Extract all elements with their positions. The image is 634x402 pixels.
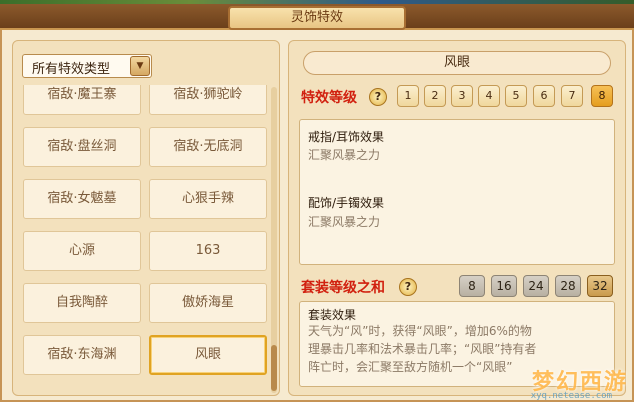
set-effect-title: 套装效果 [308,308,357,322]
bracelet-effect-text: 汇聚风暴之力 [308,215,381,229]
effect-level-chip[interactable]: 4 [478,85,500,107]
effect-item[interactable]: 心狠手辣 [149,179,267,219]
effect-level-chip[interactable]: 3 [451,85,473,107]
help-icon[interactable]: ? [399,278,417,296]
lingshi-effects-panel: 所有特效类型 ▼ 宿敌·魔王寨 宿敌·狮驼岭 宿敌·盘丝洞 宿敌·无底洞 宿敌·… [0,30,634,402]
set-level-chip[interactable]: 16 [491,275,517,297]
effect-list-scrollbar[interactable] [271,87,277,393]
effect-level-chip[interactable]: 7 [561,85,583,107]
effect-item[interactable]: 宿敌·魔王寨 [23,85,141,115]
ring-effect-title: 戒指/耳饰效果 [308,130,385,144]
set-level-chip[interactable]: 28 [555,275,581,297]
effect-level-chip[interactable]: 1 [397,85,419,107]
set-level-chip[interactable]: 24 [523,275,549,297]
selected-effect-name: 风眼 [303,51,611,75]
effect-level-label: 特效等级 [301,90,357,106]
effect-level-chip[interactable]: 5 [505,85,527,107]
effect-item[interactable]: 宿敌·女魃墓 [23,179,141,219]
set-level-chip-active[interactable]: 32 [587,275,613,297]
ring-effect-text: 汇聚风暴之力 [308,148,381,162]
effect-item[interactable]: 宿敌·狮驼岭 [149,85,267,115]
effect-item[interactable]: 宿敌·无底洞 [149,127,267,167]
set-effect-line: 天气为“风”时，获得“风眼”，增加6%的物 [308,324,532,338]
effect-detail-pane: 风眼 特效等级 ? 1 2 3 4 5 6 7 8 戒指/耳饰效果 汇聚风暴之力… [288,40,626,396]
effect-item[interactable]: 傲娇海星 [149,283,267,323]
effect-level-chip[interactable]: 2 [424,85,446,107]
set-effect-line: 理暴击几率和法术暴击几率；“风眼”持有者 [308,342,537,356]
window-title: 灵饰特效 [228,6,406,30]
effect-item[interactable]: 163 [149,231,267,271]
effect-item[interactable]: 宿敌·盘丝洞 [23,127,141,167]
scrollbar-thumb[interactable] [271,345,277,391]
effect-grid: 宿敌·魔王寨 宿敌·狮驼岭 宿敌·盘丝洞 宿敌·无底洞 宿敌·女魃墓 心狠手辣 … [21,85,269,395]
effect-type-filter[interactable]: 所有特效类型 ▼ [22,54,152,78]
effect-list-pane: 所有特效类型 ▼ 宿敌·魔王寨 宿敌·狮驼岭 宿敌·盘丝洞 宿敌·无底洞 宿敌·… [12,40,280,396]
effect-item[interactable]: 自我陶醉 [23,283,141,323]
set-level-chip[interactable]: 8 [459,275,485,297]
effect-item[interactable]: 宿敌·东海渊 [23,335,141,375]
watermark-url: xyq.netease.com [530,391,612,401]
chevron-down-icon[interactable]: ▼ [130,56,150,76]
bracelet-effect-title: 配饰/手镯效果 [308,196,385,210]
help-icon[interactable]: ? [369,88,387,106]
set-level-label: 套装等级之和 [301,280,385,296]
effect-level-chip[interactable]: 6 [533,85,555,107]
effect-item-selected[interactable]: 风眼 [149,335,267,375]
effect-item[interactable]: 心源 [23,231,141,271]
effect-level-chip-active[interactable]: 8 [591,85,613,107]
effect-type-filter-value: 所有特效类型 [32,62,111,77]
accessory-effect-box: 戒指/耳饰效果 汇聚风暴之力 配饰/手镯效果 汇聚风暴之力 [299,119,615,265]
window-title-bar: 灵饰特效 [0,4,634,30]
